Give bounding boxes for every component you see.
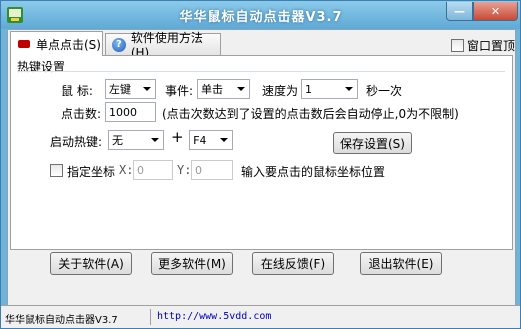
- mouse-button-select[interactable]: 左键: [105, 79, 156, 99]
- save-settings-button[interactable]: 保存设置(S): [333, 132, 412, 154]
- app-window: 华华鼠标自动点击器V3.7 — ✕ 单点点击(S) ? 软件使用方法(H) 窗口…: [0, 0, 521, 329]
- always-on-top-label: 窗口置顶: [467, 39, 516, 53]
- event-value: 单击: [201, 83, 223, 96]
- specify-coords-checkbox[interactable]: [50, 164, 63, 177]
- app-logo-icon: [7, 7, 23, 23]
- always-on-top-toggle[interactable]: 窗口置顶: [451, 37, 515, 54]
- close-button[interactable]: ✕: [473, 2, 518, 21]
- y-coord-label: Y:: [177, 163, 192, 177]
- chevron-down-icon: [220, 138, 228, 142]
- click-count-input[interactable]: 1000: [105, 102, 156, 122]
- event-select[interactable]: 单击: [197, 79, 250, 99]
- chevron-down-icon: [345, 87, 353, 91]
- group-divider: [17, 71, 505, 72]
- mouse-button-label: 鼠 标:: [61, 84, 93, 98]
- chevron-down-icon: [151, 138, 159, 142]
- always-on-top-checkbox[interactable]: [451, 39, 464, 52]
- online-feedback-button[interactable]: 在线反馈(F): [252, 252, 334, 275]
- speed-select[interactable]: 1: [301, 79, 358, 99]
- click-count-hint: (点击次数达到了设置的点击数后会自动停止,0为不限制): [162, 107, 459, 121]
- y-coord-input[interactable]: 0: [191, 160, 233, 180]
- tab-panel: 热键设置 鼠 标: 左键 事件: 单击 速度为 1 秒一次 点击数: 1000 …: [10, 55, 513, 250]
- specify-coords-label: 指定坐标: [67, 165, 116, 179]
- exit-button[interactable]: 退出软件(E): [360, 252, 442, 275]
- speed-value: 1: [305, 82, 312, 96]
- tab-label: 单点点击(S): [36, 37, 101, 52]
- plus-sign: +: [171, 128, 184, 146]
- status-bar: 华华鼠标自动点击器V3.7 http://www.5vdd.com: [1, 305, 520, 328]
- hotkey-key-select[interactable]: F4: [189, 130, 233, 150]
- x-coord-input[interactable]: 0: [133, 160, 173, 180]
- window-title: 华华鼠标自动点击器V3.7: [179, 10, 343, 25]
- speed-unit-label: 秒一次: [366, 84, 403, 98]
- minimize-button[interactable]: —: [446, 2, 473, 21]
- close-icon: ✕: [490, 4, 501, 18]
- start-hotkey-label: 启动热键:: [50, 135, 103, 149]
- status-app-name: 华华鼠标自动点击器V3.7: [5, 315, 118, 326]
- about-button[interactable]: 关于软件(A): [50, 252, 132, 275]
- client-area: 单点点击(S) ? 软件使用方法(H) 窗口置顶 热键设置 鼠 标: 左键 事件…: [7, 29, 516, 323]
- more-software-button[interactable]: 更多软件(M): [151, 252, 233, 275]
- hotkey-group-title: 热键设置: [17, 60, 66, 74]
- hotkey-key-value: F4: [193, 133, 207, 147]
- speed-label: 速度为: [262, 84, 299, 98]
- red-mouse-icon: [18, 40, 30, 48]
- hotkey-modifier-select[interactable]: 无: [108, 130, 164, 150]
- tab-usage-help[interactable]: ? 软件使用方法(H): [105, 31, 221, 60]
- help-icon: ?: [112, 37, 126, 52]
- minimize-icon: —: [454, 4, 465, 18]
- status-website-link[interactable]: http://www.5vdd.com: [157, 311, 271, 322]
- coords-hint: 输入要点击的鼠标坐标位置: [241, 165, 386, 179]
- mouse-button-value: 左键: [109, 83, 131, 96]
- title-bar[interactable]: 华华鼠标自动点击器V3.7 — ✕: [1, 1, 520, 29]
- chevron-down-icon: [237, 87, 245, 91]
- click-count-label: 点击数:: [61, 107, 102, 121]
- chevron-down-icon: [143, 87, 151, 91]
- status-separator: [150, 309, 151, 325]
- hotkey-modifier-value: 无: [112, 134, 123, 147]
- event-label: 事件:: [165, 84, 194, 98]
- tab-single-click[interactable]: 单点点击(S): [10, 31, 103, 56]
- x-coord-label: X:: [119, 163, 134, 177]
